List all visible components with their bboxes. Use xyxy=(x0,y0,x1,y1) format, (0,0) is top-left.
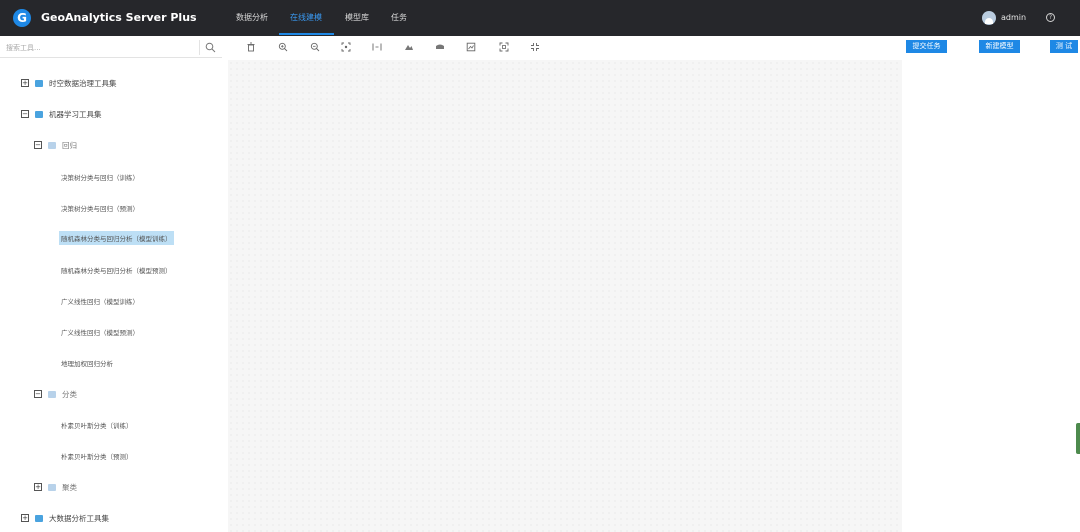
folder-icon xyxy=(48,390,56,398)
toolbox-icon xyxy=(35,514,43,522)
collapse-toggle-icon[interactable]: − xyxy=(34,390,42,398)
nav-tab-tasks[interactable]: 任务 xyxy=(391,12,407,23)
collapse-toggle-icon[interactable]: − xyxy=(21,110,29,118)
tree-subgroup-label: 聚类 xyxy=(62,482,77,492)
app-logo-icon: G xyxy=(13,9,31,27)
tree-tool-item[interactable]: 朴素贝叶斯分类（预测） xyxy=(59,449,135,463)
tree-tool-item-selected[interactable]: 随机森林分类与回归分析（模型训练） xyxy=(59,231,174,245)
toolbox-icon xyxy=(35,79,43,87)
tree-group-machine-learning[interactable]: − 机器学习工具集 xyxy=(21,107,102,121)
tree-group-spatiotemporal[interactable]: + 时空数据治理工具集 xyxy=(21,76,117,90)
folder-icon xyxy=(48,141,56,149)
auto-layout-icon[interactable] xyxy=(435,42,445,52)
tool-tree: + 时空数据治理工具集 − 机器学习工具集 − 回归 决策树分类与回归（训练） … xyxy=(0,60,228,532)
export-image-icon[interactable] xyxy=(466,42,476,52)
fullscreen-icon[interactable] xyxy=(499,42,509,52)
active-tab-indicator xyxy=(279,33,334,35)
nav-tab-data-analysis[interactable]: 数据分析 xyxy=(236,12,268,23)
collapse-toggle-icon[interactable]: − xyxy=(34,141,42,149)
folder-icon xyxy=(48,483,56,491)
test-button[interactable]: 测 试 xyxy=(1050,40,1078,53)
nav-tab-model-library[interactable]: 模型库 xyxy=(345,12,369,23)
tree-subgroup-label: 分类 xyxy=(62,389,77,399)
fit-center-icon[interactable] xyxy=(341,42,351,52)
toolbox-icon xyxy=(35,110,43,118)
zoom-out-icon[interactable] xyxy=(310,42,320,52)
user-avatar-icon[interactable] xyxy=(982,11,996,25)
top-navigation-bar: G GeoAnalytics Server Plus 数据分析 在线建模 模型库… xyxy=(0,0,1080,36)
tree-group-label: 时空数据治理工具集 xyxy=(49,78,117,88)
tree-subgroup-label: 回归 xyxy=(62,140,77,150)
side-drawer-handle[interactable] xyxy=(1076,423,1080,454)
trash-icon[interactable] xyxy=(246,42,256,52)
tree-tool-item[interactable]: 广义线性回归（模型预测） xyxy=(59,325,141,339)
tree-subgroup-regression[interactable]: − 回归 xyxy=(34,138,77,152)
tree-group-label: 机器学习工具集 xyxy=(49,109,102,119)
tree-tool-item[interactable]: 朴素贝叶斯分类（训练） xyxy=(59,418,135,432)
tree-group-big-data[interactable]: + 大数据分析工具集 xyxy=(21,511,109,525)
modeling-canvas[interactable] xyxy=(228,60,902,532)
expand-toggle-icon[interactable]: + xyxy=(21,79,29,87)
expand-toggle-icon[interactable]: + xyxy=(21,514,29,522)
tree-tool-item[interactable]: 决策树分类与回归（预测） xyxy=(59,201,141,215)
tree-group-label: 大数据分析工具集 xyxy=(49,513,109,523)
submit-task-button[interactable]: 提交任务 xyxy=(906,40,947,53)
tree-tool-item[interactable]: 广义线性回归（模型训练） xyxy=(59,294,141,308)
nav-tab-online-modeling[interactable]: 在线建模 xyxy=(290,12,322,23)
fit-width-icon[interactable] xyxy=(372,42,382,52)
tree-tool-item[interactable]: 随机森林分类与回归分析（模型预测） xyxy=(59,263,174,277)
tool-search-input[interactable] xyxy=(6,41,196,55)
tree-subgroup-clustering[interactable]: + 聚类 xyxy=(34,480,77,494)
search-divider xyxy=(199,40,200,55)
app-title: GeoAnalytics Server Plus xyxy=(41,11,197,24)
layout-icon[interactable] xyxy=(404,42,414,52)
shrink-icon[interactable] xyxy=(530,42,540,52)
tool-search-bar xyxy=(0,38,222,58)
tree-tool-item[interactable]: 决策树分类与回归（训练） xyxy=(59,170,141,184)
user-name[interactable]: admin xyxy=(1001,13,1026,22)
properties-panel xyxy=(902,60,1080,532)
logo-letter: G xyxy=(17,11,27,25)
tree-subgroup-classification[interactable]: − 分类 xyxy=(34,387,77,401)
new-model-button[interactable]: 新建模型 xyxy=(979,40,1020,53)
zoom-in-icon[interactable] xyxy=(278,42,288,52)
help-icon[interactable]: ? xyxy=(1046,13,1055,22)
expand-toggle-icon[interactable]: + xyxy=(34,483,42,491)
search-icon[interactable] xyxy=(205,42,216,53)
tree-tool-item[interactable]: 地理加权回归分析 xyxy=(59,356,115,370)
